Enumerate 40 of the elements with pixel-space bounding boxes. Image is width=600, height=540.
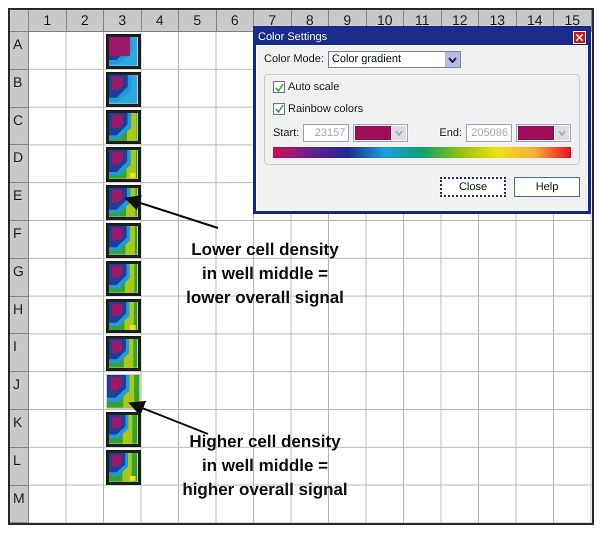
- chevron-down-icon: [448, 56, 457, 62]
- column-header: 4: [142, 10, 179, 32]
- row-header: H: [10, 296, 29, 334]
- row-header: I: [10, 334, 29, 372]
- column-header: 6: [216, 10, 254, 32]
- row-header: E: [10, 183, 29, 221]
- row-header: M: [10, 486, 29, 524]
- annotation-text: Higher cell density in well middle = higher overall signal: [181, 431, 349, 501]
- row-header: F: [10, 220, 29, 259]
- row-header: L: [10, 448, 29, 486]
- row-header: K: [10, 410, 29, 448]
- row-header: D: [10, 145, 29, 184]
- range-label: End:: [439, 126, 462, 141]
- dialog-button[interactable]: Help: [514, 177, 580, 197]
- column-header: 1: [29, 10, 66, 32]
- checkbox[interactable]: [273, 102, 285, 115]
- column-header: 5: [179, 10, 216, 32]
- dialog-button[interactable]: Close: [440, 177, 506, 197]
- row-header: J: [10, 372, 29, 410]
- row-header: C: [10, 108, 29, 146]
- checkbox-label: Auto scale: [288, 80, 340, 95]
- range-label: Start:: [273, 126, 300, 141]
- checkbox-label: Rainbow colors: [288, 102, 364, 116]
- color-dropdown[interactable]: [516, 124, 571, 142]
- color-mode-dropdown[interactable]: Color gradient: [328, 51, 461, 68]
- window-title: Color Settings: [258, 30, 328, 45]
- close-button[interactable]: [573, 30, 586, 44]
- color-dropdown[interactable]: [353, 124, 408, 142]
- header-corner: [10, 10, 29, 32]
- checkbox[interactable]: [273, 81, 285, 94]
- color-mode-label: Color Mode:: [264, 52, 324, 68]
- row-header: A: [10, 32, 29, 70]
- close-icon: [576, 34, 583, 40]
- chevron-down-icon: [558, 130, 566, 136]
- row-header: B: [10, 70, 29, 108]
- column-header: 2: [66, 10, 104, 32]
- column-header: 3: [104, 10, 142, 32]
- annotation-text: Lower cell density in well middle = lower overall signal: [185, 239, 345, 309]
- row-header: G: [10, 258, 29, 297]
- chevron-down-icon: [395, 130, 404, 136]
